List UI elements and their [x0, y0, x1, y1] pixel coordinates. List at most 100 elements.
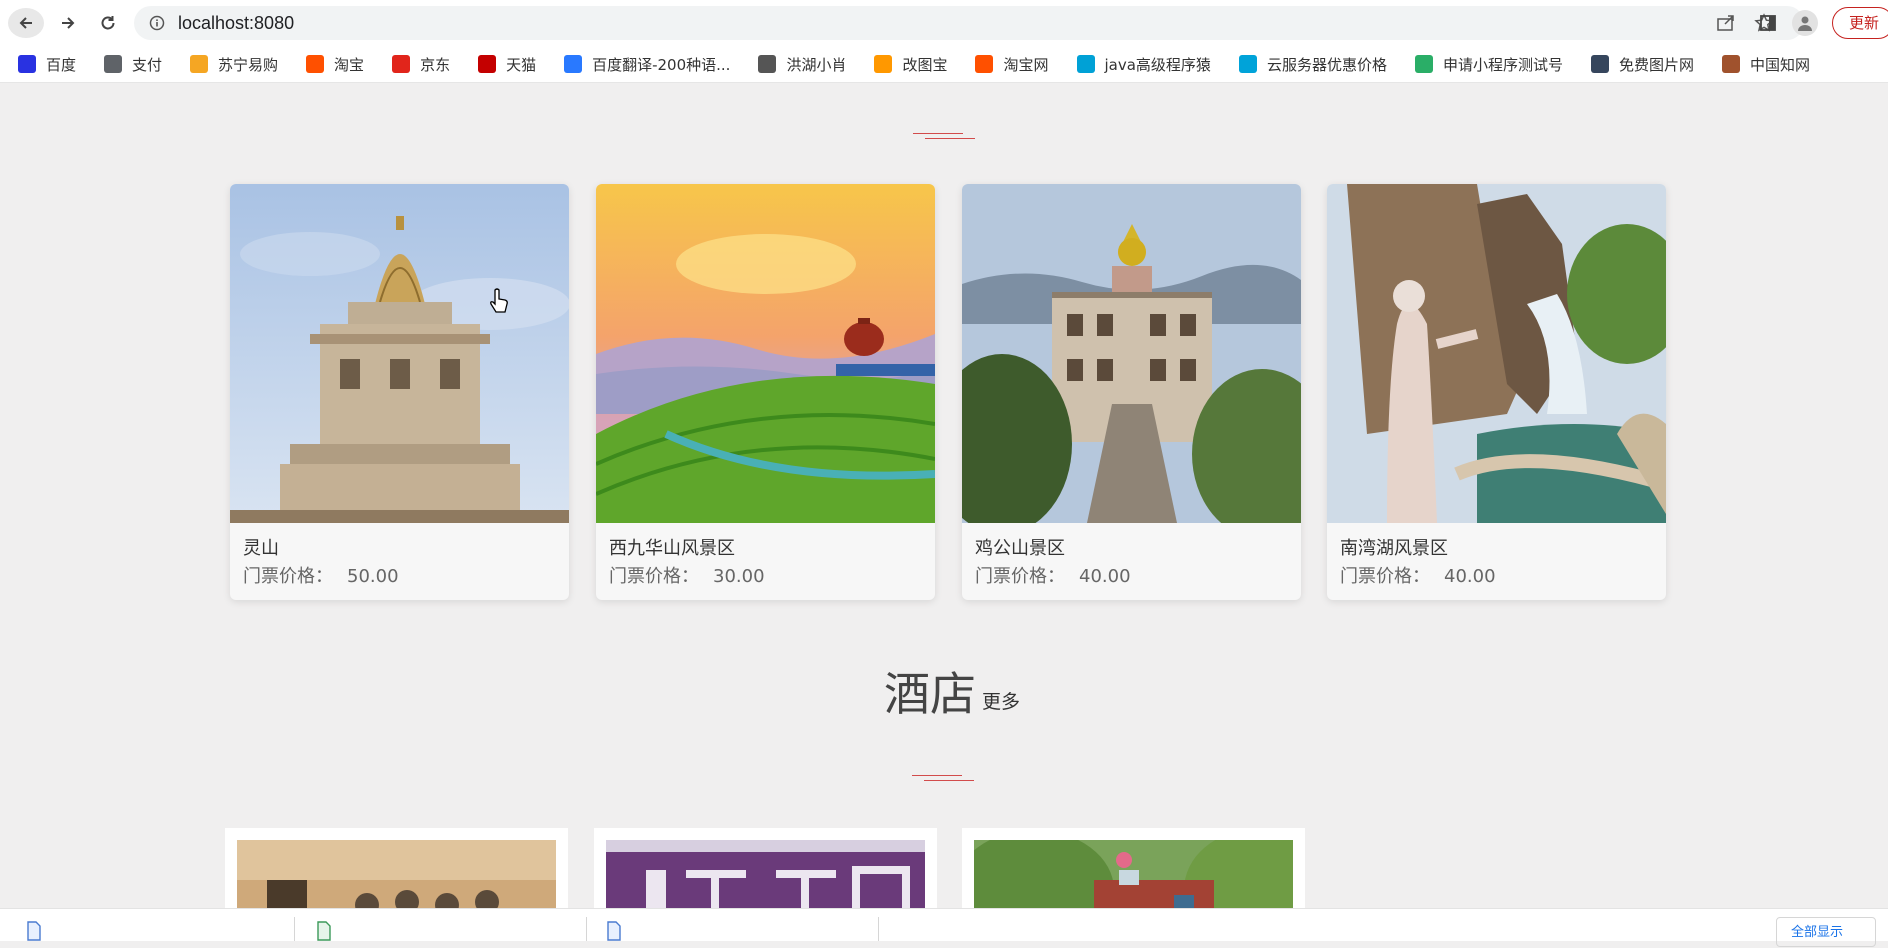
- hotel-section-header: 酒店 更多: [884, 668, 1020, 720]
- bookmark-label: 淘宝: [334, 55, 365, 74]
- bookmark-item[interactable]: 天猫: [460, 46, 546, 82]
- cloud-icon: [1238, 55, 1257, 73]
- bookmark-label: 苏宁易购: [218, 55, 279, 74]
- price-label: 门票价格：: [1340, 566, 1430, 587]
- reload-button[interactable]: [90, 8, 126, 38]
- attraction-card-jigongshan[interactable]: 鸡公山景区 门票价格： 40.00: [962, 184, 1301, 600]
- attraction-name[interactable]: 灵山: [243, 534, 279, 560]
- profile-avatar[interactable]: [1791, 10, 1818, 36]
- info-icon[interactable]: [148, 14, 166, 32]
- bilibili-icon: [1076, 55, 1095, 73]
- share-icon[interactable]: [1716, 14, 1736, 32]
- address-bar[interactable]: localhost:8080: [134, 6, 1804, 40]
- attraction-price: 门票价格： 40.00: [975, 562, 1131, 588]
- bookmark-label: 申请小程序测试号: [1442, 55, 1563, 74]
- price-value: 30.00: [713, 566, 765, 587]
- back-button[interactable]: [8, 8, 44, 38]
- attraction-image-lingshan[interactable]: [230, 184, 569, 523]
- price-value: 40.00: [1444, 566, 1496, 587]
- bookmark-label: 云服务器优惠价格: [1266, 55, 1387, 74]
- bookmark-item[interactable]: 支付: [86, 46, 172, 82]
- attraction-price: 门票价格： 40.00: [1340, 562, 1496, 588]
- section-divider-hotel: [912, 775, 974, 781]
- bookmark-item[interactable]: java高级程序猿: [1059, 46, 1221, 82]
- bookmark-label: 免费图片网: [1618, 55, 1694, 74]
- show-all-downloads-button[interactable]: 全部显示: [1776, 917, 1876, 947]
- taobao-icon: [306, 55, 325, 73]
- attraction-price: 门票价格： 30.00: [609, 562, 765, 588]
- bookmark-item[interactable]: 申请小程序测试号: [1397, 46, 1573, 82]
- arrow-right-icon: [62, 17, 75, 29]
- browser-toolbar: localhost:8080 更新: [0, 0, 1888, 46]
- bookmark-item[interactable]: 淘宝网: [957, 46, 1058, 82]
- bookmark-item[interactable]: 京东: [374, 46, 460, 82]
- more-link[interactable]: 更多: [982, 687, 1020, 714]
- bookmark-label: 百度: [46, 55, 77, 74]
- bookmarks-bar: 百度 支付 苏宁易购 淘宝 京东 天猫 百度翻译-200种语... 洪湖小肖 改图宝 淘宝网 jav…: [0, 46, 1888, 83]
- side-panel-icon[interactable]: [1758, 13, 1778, 33]
- price-value: 40.00: [1079, 566, 1131, 587]
- bookmark-label: 百度翻译-200种语...: [592, 55, 731, 74]
- globe-icon: [104, 55, 123, 73]
- section-divider-top: [913, 133, 975, 139]
- bird-icon: [758, 55, 777, 73]
- bookmark-item[interactable]: 云服务器优惠价格: [1221, 46, 1397, 82]
- attraction-image-nanwanhu[interactable]: [1327, 184, 1666, 523]
- taobao-net-icon: [975, 55, 994, 73]
- hand-cursor-icon: [490, 288, 508, 313]
- bookmark-item[interactable]: 百度翻译-200种语...: [546, 46, 740, 82]
- bookmark-item[interactable]: 中国知网: [1704, 46, 1820, 82]
- attraction-image-jigongshan[interactable]: [962, 184, 1301, 523]
- file-icon[interactable]: [316, 921, 332, 941]
- attraction-name[interactable]: 鸡公山景区: [975, 534, 1065, 560]
- bookmark-label: 京东: [420, 55, 451, 74]
- section-title: 酒店: [884, 667, 976, 721]
- bookmark-label: 洪湖小肖: [786, 55, 847, 74]
- price-label: 门票价格：: [609, 566, 699, 587]
- bookmark-label: 天猫: [506, 55, 537, 74]
- bookmark-item[interactable]: 苏宁易购: [172, 46, 288, 82]
- attraction-name[interactable]: 南湾湖风景区: [1340, 534, 1448, 560]
- bookmark-item[interactable]: 改图宝: [856, 46, 957, 82]
- bookmark-item[interactable]: 免费图片网: [1573, 46, 1704, 82]
- attraction-image-xijiuhuashan[interactable]: [596, 184, 935, 523]
- wechat-icon: [1414, 55, 1433, 73]
- browser-right-controls: 更新: [1758, 6, 1888, 40]
- tumblr-icon: [1590, 55, 1609, 73]
- file-icon[interactable]: [26, 921, 42, 941]
- reload-icon: [101, 16, 115, 30]
- attraction-price: 门票价格： 50.00: [243, 562, 399, 588]
- attraction-card-xijiuhuashan[interactable]: 西九华山风景区 门票价格： 30.00: [596, 184, 935, 600]
- bookmark-label: java高级程序猿: [1104, 55, 1211, 74]
- cnki-icon: [1721, 55, 1740, 73]
- bookmark-item[interactable]: 洪湖小肖: [740, 46, 856, 82]
- downloads-bar: 全部显示: [0, 908, 1888, 947]
- attraction-name[interactable]: 西九华山风景区: [609, 534, 735, 560]
- tmall-icon: [478, 55, 497, 73]
- file-icon[interactable]: [606, 921, 622, 941]
- download-separator: [878, 917, 879, 941]
- price-label: 门票价格：: [975, 566, 1065, 587]
- bookmark-label: 淘宝网: [1003, 55, 1049, 74]
- bookmark-label: 中国知网: [1749, 55, 1810, 74]
- suning-icon: [190, 55, 209, 73]
- bookmark-item[interactable]: 百度: [0, 46, 86, 82]
- arrow-left-icon: [19, 17, 32, 29]
- update-button[interactable]: 更新: [1831, 7, 1888, 39]
- attraction-card-lingshan[interactable]: 灵山 门票价格： 50.00: [230, 184, 569, 600]
- download-separator: [586, 917, 587, 941]
- price-value: 50.00: [347, 566, 399, 587]
- attraction-card-nanwanhu[interactable]: 南湾湖风景区 门票价格： 40.00: [1327, 184, 1666, 600]
- jd-icon: [392, 55, 411, 73]
- translate-icon: [564, 55, 583, 73]
- baidu-paw-icon: [18, 55, 36, 73]
- person-icon: [1797, 16, 1812, 31]
- bookmark-item[interactable]: 淘宝: [288, 46, 374, 82]
- url-text[interactable]: localhost:8080: [178, 13, 294, 34]
- gaitubao-icon: [874, 55, 893, 73]
- price-label: 门票价格：: [243, 566, 333, 587]
- bookmark-label: 改图宝: [902, 55, 948, 74]
- bookmark-label: 支付: [132, 55, 163, 74]
- forward-button[interactable]: [50, 8, 86, 38]
- download-separator: [294, 917, 295, 941]
